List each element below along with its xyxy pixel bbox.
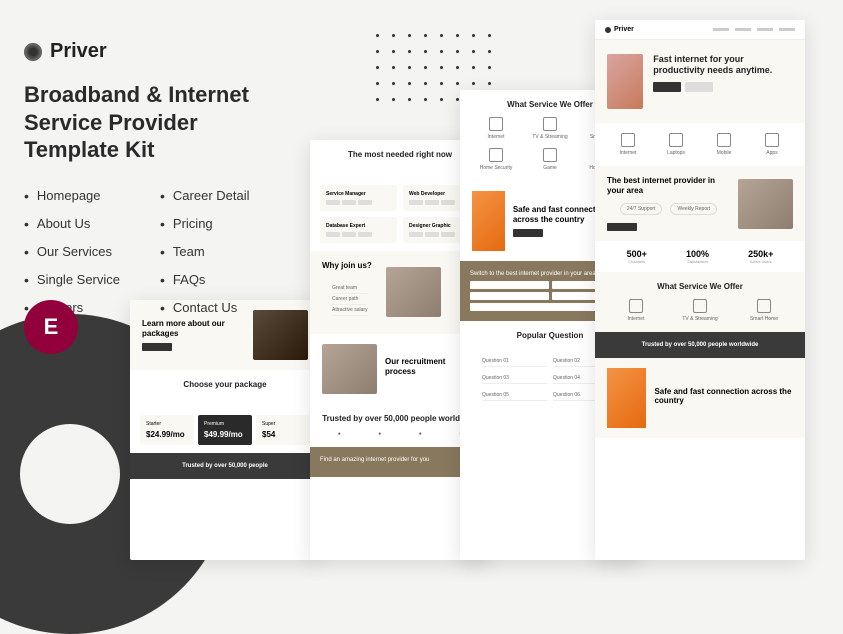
page-link[interactable]: Team <box>160 244 250 260</box>
page-link[interactable]: Single Service <box>24 272 120 288</box>
brand-name: Priver <box>50 40 107 63</box>
brand-logo: Priver <box>24 40 294 63</box>
page-link[interactable]: Pricing <box>160 216 250 232</box>
hero-title: Fast internet for your productivity need… <box>653 54 793 76</box>
hero-image <box>607 54 643 109</box>
page-link[interactable]: FAQs <box>160 272 250 288</box>
page-link[interactable]: Contact Us <box>160 300 250 316</box>
page-link[interactable]: Homepage <box>24 188 120 204</box>
kit-title: Broadband & Internet Service Provider Te… <box>24 81 294 164</box>
page-link[interactable]: Career Detail <box>160 188 250 204</box>
page-list: Homepage About Us Our Services Single Se… <box>24 188 294 316</box>
section-title: The best internet provider in your area <box>607 176 730 195</box>
trust-title: Trusted by over 50,000 people worldwide <box>605 342 795 348</box>
page-link[interactable]: Our Services <box>24 244 120 260</box>
page-link[interactable]: About Us <box>24 216 120 232</box>
elementor-badge: E <box>24 300 78 354</box>
template-preview-homepage: Priver Fast internet for your productivi… <box>595 20 805 560</box>
template-preview-pricing: Learn more about our packages Choose you… <box>130 300 320 560</box>
logo-icon <box>24 43 42 61</box>
